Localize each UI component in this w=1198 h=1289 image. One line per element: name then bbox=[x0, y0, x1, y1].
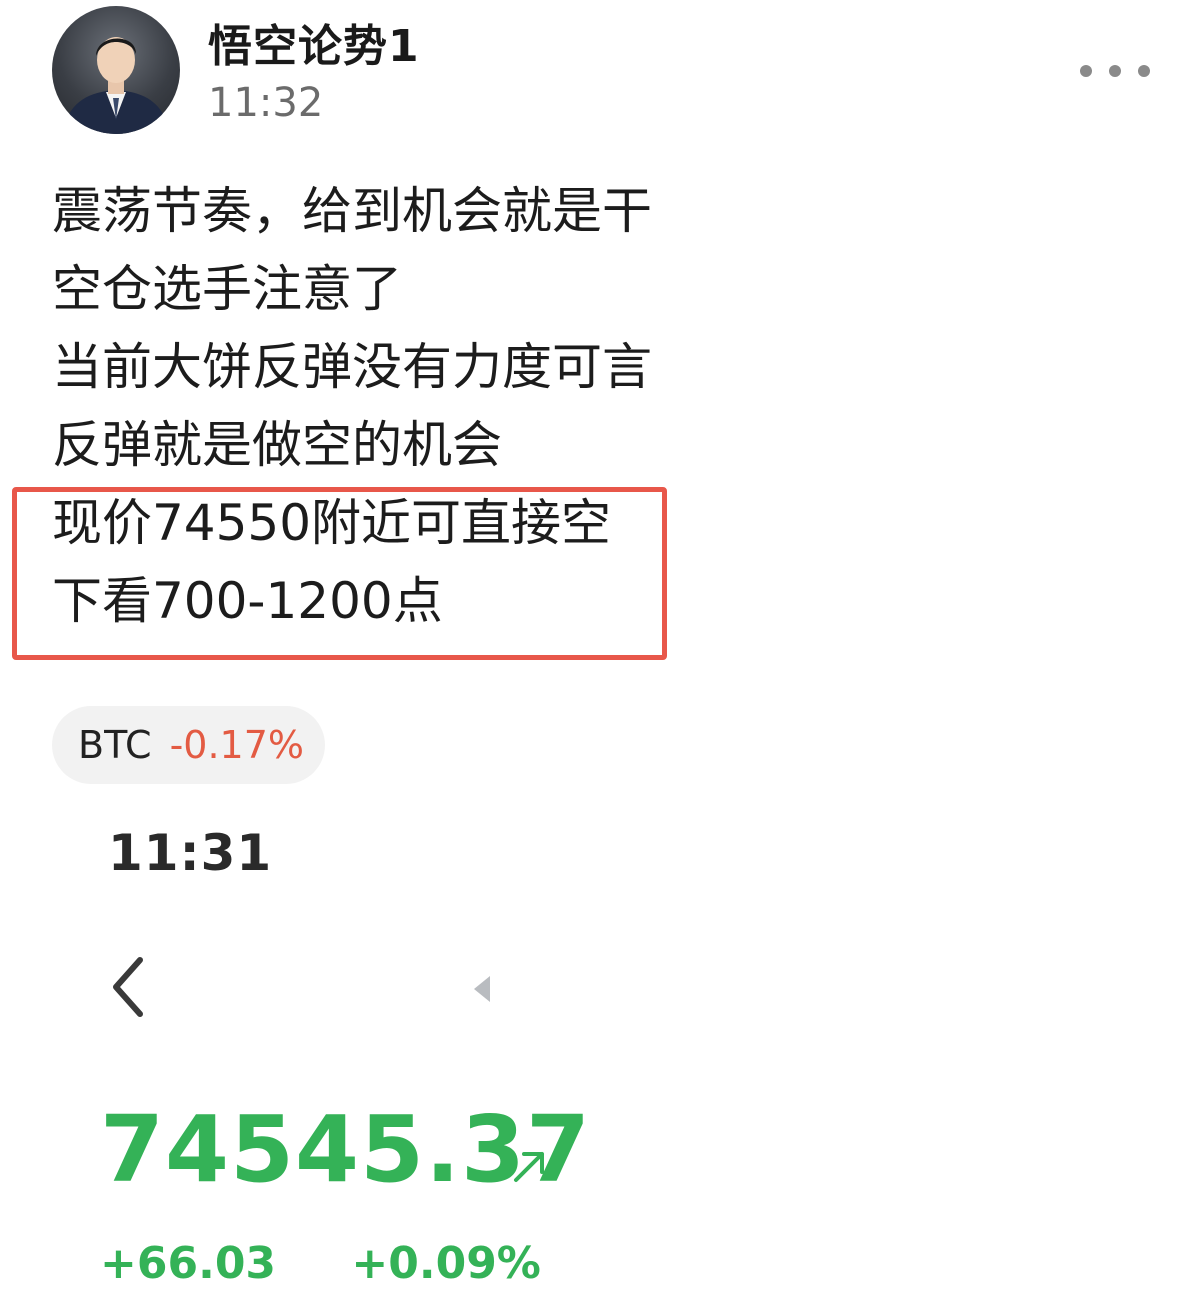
more-dot bbox=[1109, 65, 1121, 77]
price-change-absolute: +66.03 bbox=[100, 1238, 277, 1289]
post-line: 反弹就是做空的机会 bbox=[52, 416, 502, 474]
more-horizontal-icon[interactable] bbox=[1080, 58, 1150, 84]
post-line: 震荡节奏，给到机会就是干 bbox=[52, 182, 652, 240]
price-change-row: +66.03 +0.09% bbox=[100, 1238, 601, 1289]
embedded-screenshot-time: 11:31 bbox=[108, 824, 273, 882]
avatar[interactable] bbox=[52, 6, 180, 134]
ticker-chip[interactable]: BTC -0.17% bbox=[52, 706, 325, 784]
ticker-symbol: BTC bbox=[78, 723, 152, 767]
more-dot bbox=[1138, 65, 1150, 77]
ticker-change: -0.17% bbox=[169, 723, 305, 767]
post-line: 空仓选手注意了 bbox=[52, 260, 402, 318]
more-dot bbox=[1080, 65, 1092, 77]
triangle-left-icon bbox=[470, 972, 494, 1006]
post-timestamp: 11:32 bbox=[208, 80, 324, 126]
chevron-left-icon[interactable] bbox=[104, 952, 154, 1022]
highlight-box bbox=[12, 487, 667, 660]
price-change-percent: +0.09% bbox=[351, 1238, 541, 1289]
author-name[interactable]: 悟空论势1 bbox=[208, 10, 420, 74]
arrow-up-right-icon bbox=[510, 1146, 550, 1186]
post-line: 当前大饼反弹没有力度可言 bbox=[52, 338, 652, 396]
